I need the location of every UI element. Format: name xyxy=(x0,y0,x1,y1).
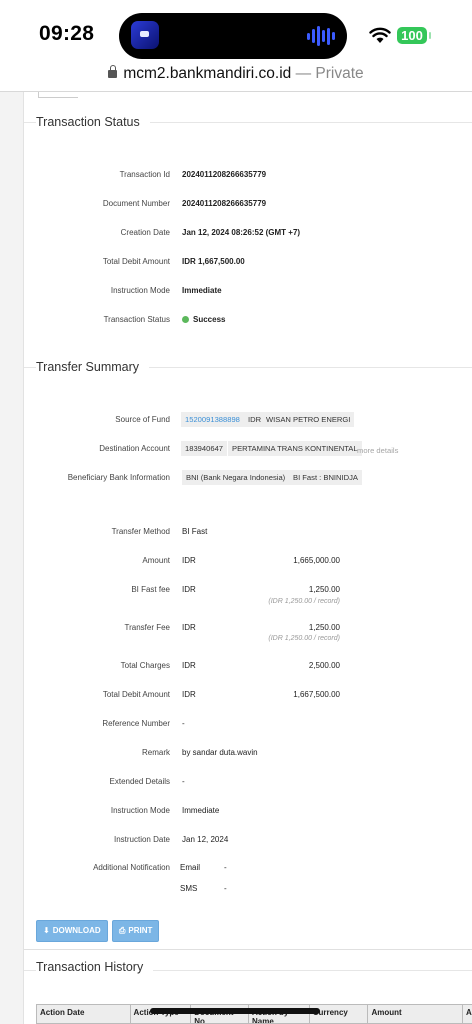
total-charges-label: Total Charges xyxy=(120,661,170,670)
wifi-icon xyxy=(369,27,391,43)
column-header[interactable]: Ac xyxy=(463,1005,472,1023)
address-bar[interactable]: mcm2.bankmandiri.co.id — Private xyxy=(0,62,472,92)
clock: 09:28 xyxy=(39,22,95,45)
bank-code-tag: BI Fast : BNINIDJA xyxy=(289,470,362,485)
success-dot-icon xyxy=(182,316,189,323)
download-label: DOWNLOAD xyxy=(52,926,101,935)
print-icon: ⎙ xyxy=(119,926,126,935)
audio-wave-icon xyxy=(307,26,335,46)
transaction-id-value: 2024011208266635779 xyxy=(182,170,267,179)
total-charges-value: 2,500.00 xyxy=(308,661,340,670)
transfer-method-label: Transfer Method xyxy=(111,527,170,536)
battery-indicator: 100 xyxy=(397,27,431,44)
destination-account-label: Destination Account xyxy=(99,444,170,453)
bi-fast-fee-currency: IDR xyxy=(182,585,196,594)
instruction-date-label: Instruction Date xyxy=(113,835,170,844)
url-host: mcm2.bankmandiri.co.id xyxy=(123,65,292,82)
document-number-label: Document Number xyxy=(102,199,170,208)
beneficiary-bank-label: Beneficiary Bank Information xyxy=(67,473,170,482)
transfer-fee-note: (IDR 1,250.00 / record) xyxy=(268,635,340,642)
transfer-fee-currency: IDR xyxy=(182,623,196,632)
extended-details-label: Extended Details xyxy=(109,777,170,786)
remark-label: Remark xyxy=(141,748,170,757)
transaction-id-label: Transaction Id xyxy=(119,170,170,179)
summary-instruction-mode-value: Immediate xyxy=(182,806,220,815)
divider xyxy=(38,92,78,98)
additional-notification-label: Additional Notification xyxy=(93,863,170,872)
page-content: Transaction Status Transaction Id 202401… xyxy=(23,92,472,1024)
app-icon xyxy=(131,21,159,49)
print-button[interactable]: ⎙ PRINT xyxy=(112,920,160,942)
document-number-value: 2024011208266635779 xyxy=(182,199,267,208)
total-charges-currency: IDR xyxy=(182,661,196,670)
total-debit-amount-currency: IDR xyxy=(182,690,196,699)
destination-name-tag: PERTAMINA TRANS KONTINENTAL xyxy=(228,441,362,456)
instruction-date-value: Jan 12, 2024 xyxy=(182,835,229,844)
creation-date-value: Jan 12, 2024 08:26:52 (GMT +7) xyxy=(182,228,301,237)
bi-fast-fee-value: 1,250.00 xyxy=(308,585,340,594)
total-debit-value: IDR 1,667,500.00 xyxy=(182,257,245,266)
source-of-fund-label: Source of Fund xyxy=(115,415,170,424)
extended-details-value: - xyxy=(182,777,185,786)
lock-icon xyxy=(108,65,118,78)
private-label: — Private xyxy=(295,65,364,82)
transaction-status-title: Transaction Status xyxy=(36,115,150,129)
sms-value: - xyxy=(224,884,227,893)
instruction-mode-label: Instruction Mode xyxy=(110,286,170,295)
transfer-fee-value: 1,250.00 xyxy=(308,623,340,632)
remark-value: by sandar duta.wavin xyxy=(182,748,258,757)
print-label: PRINT xyxy=(128,926,153,935)
download-icon: ⬇ xyxy=(43,926,50,935)
amount-currency: IDR xyxy=(182,556,196,565)
source-name-tag: WISAN PETRO ENERGI xyxy=(262,412,355,427)
status-bar: 09:28 100 xyxy=(0,0,472,62)
summary-instruction-mode-label: Instruction Mode xyxy=(110,806,170,815)
email-label: Email xyxy=(180,863,201,872)
total-debit-amount-value: 1,667,500.00 xyxy=(293,690,340,699)
bi-fast-fee-note: (IDR 1,250.00 / record) xyxy=(268,598,340,605)
transaction-history-title: Transaction History xyxy=(36,960,154,974)
status-text: Success xyxy=(193,315,226,324)
beneficiary-bank-tag: BNI (Bank Negara Indonesia) xyxy=(182,470,290,485)
transfer-summary-title: Transfer Summary xyxy=(36,360,150,374)
sms-label: SMS xyxy=(180,884,198,893)
transfer-method-value: BI Fast xyxy=(182,527,208,536)
column-header[interactable]: Action Date xyxy=(37,1005,131,1023)
source-account-link[interactable]: 1520091388898 xyxy=(181,412,244,427)
reference-number-value: - xyxy=(182,719,185,728)
bi-fast-fee-label: BI Fast fee xyxy=(131,585,170,594)
transaction-status-label: Transaction Status xyxy=(103,315,170,324)
total-debit-label: Total Debit Amount xyxy=(102,257,170,266)
total-debit-amount-label: Total Debit Amount xyxy=(102,690,170,699)
email-value: - xyxy=(224,863,227,872)
transfer-fee-label: Transfer Fee xyxy=(124,623,171,632)
amount-label: Amount xyxy=(142,556,170,565)
amount-value: 1,665,000.00 xyxy=(293,556,340,565)
dynamic-island[interactable] xyxy=(119,13,347,59)
column-header[interactable]: Amount xyxy=(368,1005,463,1023)
home-indicator[interactable] xyxy=(150,1008,320,1014)
section-divider xyxy=(24,949,472,950)
history-table-header: Action Date Action Type Document No Acti… xyxy=(36,1004,472,1024)
instruction-mode-value: Immediate xyxy=(182,286,222,295)
status-badge: Success xyxy=(182,315,225,324)
reference-number-label: Reference Number xyxy=(102,719,170,728)
creation-date-label: Creation Date xyxy=(120,228,170,237)
more-details-link[interactable]: more details xyxy=(357,446,398,455)
destination-account-tag: 183940647 xyxy=(181,441,228,456)
download-button[interactable]: ⬇ DOWNLOAD xyxy=(36,920,108,942)
